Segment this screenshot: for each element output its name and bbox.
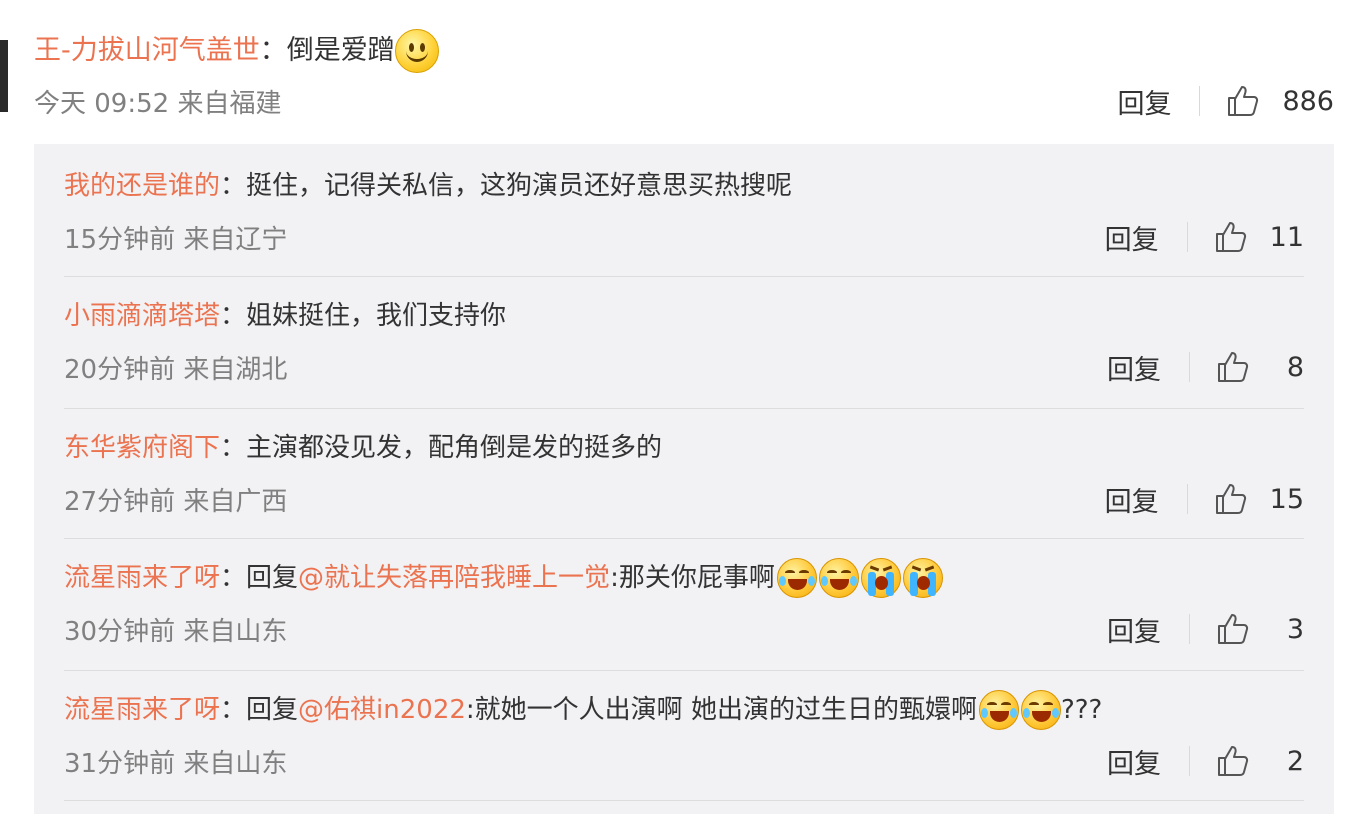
reply-item: 小雨滴滴塔塔：姐妹挺住，我们支持你 20分钟前 来自湖北 回复 8 xyxy=(64,290,1304,392)
timestamp-location: 20分钟前 来自湖北 xyxy=(64,354,288,385)
reply-divider xyxy=(64,408,1304,409)
like-count: 8 xyxy=(1286,351,1304,383)
divider xyxy=(1189,352,1190,382)
reply-item: 流星雨来了呀：回复 @佑祺in2022:就她一个人出演啊 她出演的过生日的甄嬛啊 … xyxy=(64,684,1304,786)
comment-body: 王-力拔山河气盖世：倒是爱蹭 xyxy=(34,24,1334,78)
reply-text: 姐妹挺住，我们支持你 xyxy=(246,301,507,331)
main-comment: 王-力拔山河气盖世：倒是爱蹭 今天 09:52 来自福建 回复 886 xyxy=(34,24,1334,124)
smile-emoji-icon xyxy=(394,29,439,73)
reply-body: 我的还是谁的：挺住，记得关私信，这狗演员还好意思买热搜呢 xyxy=(64,160,1304,212)
reply-item: 流星雨来了呀：回复 @就让失落再陪我睡上一觉:那关你屁事啊 30分钟前 来自山东 … xyxy=(64,552,1304,654)
colon: ： xyxy=(220,301,247,331)
reply-text: :就她一个人出演啊 她出演的过生日的甄嬛啊 xyxy=(465,695,977,725)
comment-meta: 今天 09:52 来自福建 回复 886 xyxy=(34,78,1334,124)
laugh-emoji-icon xyxy=(818,558,859,598)
reply-body: 东华紫府阁下：主演都没见发，配角倒是发的挺多的 xyxy=(64,422,1304,474)
reply-divider xyxy=(64,670,1304,671)
reply-button[interactable]: 回复 xyxy=(1107,348,1161,387)
thumbs-up-icon xyxy=(1228,86,1259,116)
timestamp-location: 31分钟前 来自山东 xyxy=(64,748,288,779)
thumbs-up-icon xyxy=(1218,746,1249,776)
reply-button[interactable]: 回复 xyxy=(1105,480,1159,519)
username-link[interactable]: 流星雨来了呀 xyxy=(64,684,220,736)
reply-actions: 回复 3 xyxy=(1107,606,1304,652)
colon: ： xyxy=(220,171,247,201)
reply-button[interactable]: 回复 xyxy=(1105,218,1159,257)
like-count: 11 xyxy=(1269,221,1304,253)
reply-text: :那关你屁事啊 xyxy=(610,563,775,593)
reply-actions: 回复 2 xyxy=(1107,738,1304,784)
reply-divider xyxy=(64,800,1304,801)
reply-actions: 回复 11 xyxy=(1105,214,1304,260)
divider xyxy=(1189,746,1190,776)
laugh-emoji-icon xyxy=(776,558,817,598)
reply-divider xyxy=(64,538,1304,539)
laugh-emoji-icon xyxy=(1020,690,1061,730)
timestamp-location: 30分钟前 来自山东 xyxy=(64,616,288,647)
like-button[interactable]: 8 xyxy=(1216,350,1304,384)
colon: ： xyxy=(259,35,287,66)
like-count: 886 xyxy=(1282,85,1334,117)
reply-meta: 15分钟前 来自辽宁 回复 11 xyxy=(64,212,1304,262)
reply-body: 流星雨来了呀：回复 @佑祺in2022:就她一个人出演啊 她出演的过生日的甄嬛啊 … xyxy=(64,684,1304,736)
divider xyxy=(1189,614,1190,644)
reply-meta: 27分钟前 来自广西 回复 15 xyxy=(64,474,1304,524)
reply-text: 挺住，记得关私信，这狗演员还好意思买热搜呢 xyxy=(246,171,793,201)
cry-emoji-icon xyxy=(902,558,943,598)
reply-button[interactable]: 回复 xyxy=(1107,610,1161,649)
avatar[interactable] xyxy=(0,40,8,112)
comment-actions: 回复 886 xyxy=(1117,78,1334,124)
mention-link[interactable]: @就让失落再陪我睡上一觉 xyxy=(298,552,610,604)
username-link[interactable]: 王-力拔山河气盖世 xyxy=(34,24,260,78)
colon: ： xyxy=(220,433,247,463)
laugh-emoji-icon xyxy=(978,690,1019,730)
reply-body: 流星雨来了呀：回复 @就让失落再陪我睡上一觉:那关你屁事啊 xyxy=(64,552,1304,604)
username-link[interactable]: 流星雨来了呀 xyxy=(64,552,220,604)
like-button[interactable]: 15 xyxy=(1214,482,1304,516)
divider xyxy=(1186,222,1188,252)
thumbs-up-icon xyxy=(1215,484,1246,514)
like-button[interactable]: 11 xyxy=(1214,220,1304,254)
divider xyxy=(1186,484,1188,514)
like-count: 15 xyxy=(1269,483,1304,515)
reply-body: 小雨滴滴塔塔：姐妹挺住，我们支持你 xyxy=(64,290,1304,342)
like-button[interactable]: 886 xyxy=(1226,84,1334,118)
like-count: 2 xyxy=(1286,745,1304,777)
timestamp-location: 15分钟前 来自辽宁 xyxy=(64,224,288,255)
cry-emoji-icon xyxy=(860,558,901,598)
reply-prefix: 回复 xyxy=(246,695,299,725)
colon: ： xyxy=(220,695,247,725)
reply-meta: 30分钟前 来自山东 回复 3 xyxy=(64,604,1304,654)
reply-actions: 回复 15 xyxy=(1105,476,1304,522)
thumbs-up-icon xyxy=(1218,352,1249,382)
reply-meta: 20分钟前 来自湖北 回复 8 xyxy=(64,342,1304,392)
reply-button[interactable]: 回复 xyxy=(1107,742,1161,781)
reply-prefix: 回复 xyxy=(246,563,299,593)
like-button[interactable]: 3 xyxy=(1216,612,1304,646)
timestamp-location: 今天 09:52 来自福建 xyxy=(34,88,282,119)
reply-divider xyxy=(64,276,1304,277)
colon: ： xyxy=(220,563,247,593)
reply-item: 东华紫府阁下：主演都没见发，配角倒是发的挺多的 27分钟前 来自广西 回复 15 xyxy=(64,422,1304,524)
like-count: 3 xyxy=(1286,613,1304,645)
timestamp-location: 27分钟前 来自广西 xyxy=(64,486,288,517)
username-link[interactable]: 我的还是谁的 xyxy=(64,160,220,212)
reply-item: 我的还是谁的：挺住，记得关私信，这狗演员还好意思买热搜呢 15分钟前 来自辽宁 … xyxy=(64,160,1304,262)
like-button[interactable]: 2 xyxy=(1216,744,1304,778)
reply-text: 主演都没见发，配角倒是发的挺多的 xyxy=(246,433,663,463)
divider xyxy=(1199,86,1201,116)
reply-actions: 回复 8 xyxy=(1107,344,1304,390)
comment-text: 倒是爱蹭 xyxy=(286,35,395,66)
replies-section: 我的还是谁的：挺住，记得关私信，这狗演员还好意思买热搜呢 15分钟前 来自辽宁 … xyxy=(34,144,1334,814)
reply-suffix: ??? xyxy=(1060,695,1103,725)
reply-button[interactable]: 回复 xyxy=(1117,82,1171,121)
thumbs-up-icon xyxy=(1215,222,1246,252)
username-link[interactable]: 小雨滴滴塔塔 xyxy=(64,290,220,342)
thumbs-up-icon xyxy=(1218,614,1249,644)
username-link[interactable]: 东华紫府阁下 xyxy=(64,422,220,474)
reply-meta: 31分钟前 来自山东 回复 2 xyxy=(64,736,1304,786)
mention-link[interactable]: @佑祺in2022 xyxy=(298,684,466,736)
